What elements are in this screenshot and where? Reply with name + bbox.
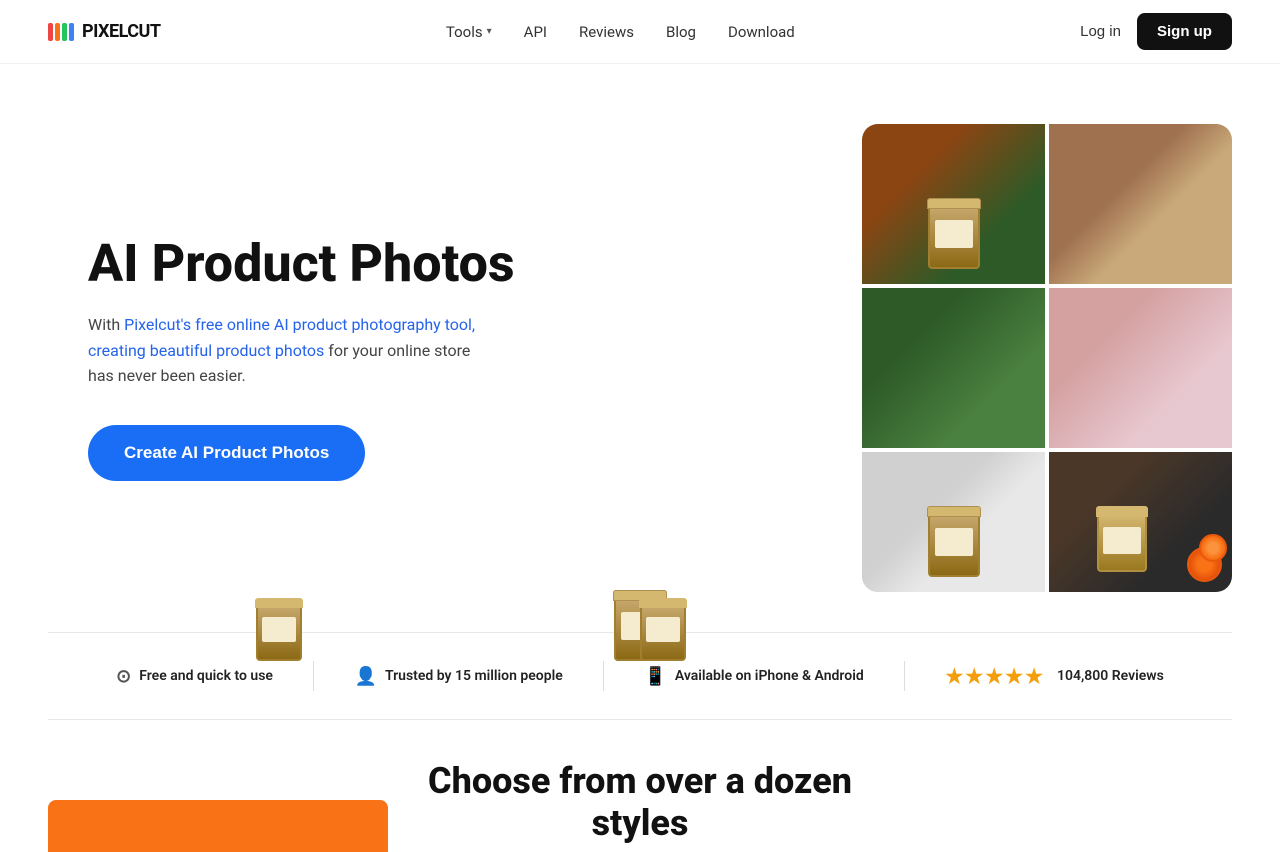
hero-section: AI Product Photos With Pixelcut's free o…	[0, 64, 1280, 632]
hero-image-grid	[862, 124, 1232, 592]
logo-mark	[48, 23, 74, 41]
nav-links: Tools ▾ API Reviews Blog Download	[446, 23, 795, 41]
logo-area: PIXELCUT	[48, 21, 161, 42]
grid-image-flowers	[1049, 288, 1232, 448]
nav-reviews[interactable]: Reviews	[579, 23, 634, 41]
logo-bar-blue	[69, 23, 74, 41]
logo-bar-green	[62, 23, 67, 41]
mobile-icon: 📱	[644, 666, 666, 687]
hero-content: AI Product Photos With Pixelcut's free o…	[88, 235, 568, 481]
hero-title: AI Product Photos	[88, 235, 568, 292]
bottom-section: Choose from over a dozen styles	[0, 720, 1280, 852]
navbar: PIXELCUT Tools ▾ API Reviews Blog Downlo…	[0, 0, 1280, 64]
logo-bar-red	[48, 23, 53, 41]
nav-tools[interactable]: Tools ▾	[446, 23, 492, 41]
trust-divider-1	[313, 661, 314, 691]
section-title: Choose from over a dozen styles	[388, 760, 892, 852]
create-cta-button[interactable]: Create AI Product Photos	[88, 425, 365, 481]
users-icon: 👤	[355, 666, 377, 687]
star-rating: ★★★★★	[945, 664, 1045, 688]
bottom-left-area	[48, 800, 388, 852]
nav-api[interactable]: API	[524, 23, 547, 41]
grid-image-orange-slices	[1049, 452, 1232, 592]
signup-button[interactable]: Sign up	[1137, 13, 1232, 50]
auth-buttons: Log in Sign up	[1080, 13, 1232, 50]
hero-description: With Pixelcut's free online AI product p…	[88, 312, 488, 389]
chevron-down-icon: ▾	[487, 26, 492, 37]
trust-item-mobile: 📱 Available on iPhone & Android	[644, 666, 863, 687]
trust-item-users: 👤 Trusted by 15 million people	[355, 666, 563, 687]
grid-image-christmas	[862, 124, 1045, 284]
trust-item-free: ⊙ Free and quick to use	[116, 666, 273, 687]
nav-download[interactable]: Download	[728, 23, 795, 41]
trust-divider-3	[904, 661, 905, 691]
nav-blog[interactable]: Blog	[666, 23, 696, 41]
product-photo-grid	[862, 124, 1232, 592]
trust-divider-2	[603, 661, 604, 691]
grid-image-wood	[1049, 124, 1232, 284]
login-button[interactable]: Log in	[1080, 23, 1121, 40]
reviews-count: 104,800 Reviews	[1057, 668, 1164, 684]
clock-icon: ⊙	[116, 666, 131, 687]
grid-image-plants	[862, 288, 1045, 448]
trust-item-reviews: ★★★★★ 104,800 Reviews	[945, 664, 1163, 688]
grid-image-gray	[862, 452, 1045, 592]
logo-text: PIXELCUT	[82, 21, 161, 42]
orange-bar-preview	[48, 800, 388, 852]
logo-bar-orange	[55, 23, 60, 41]
